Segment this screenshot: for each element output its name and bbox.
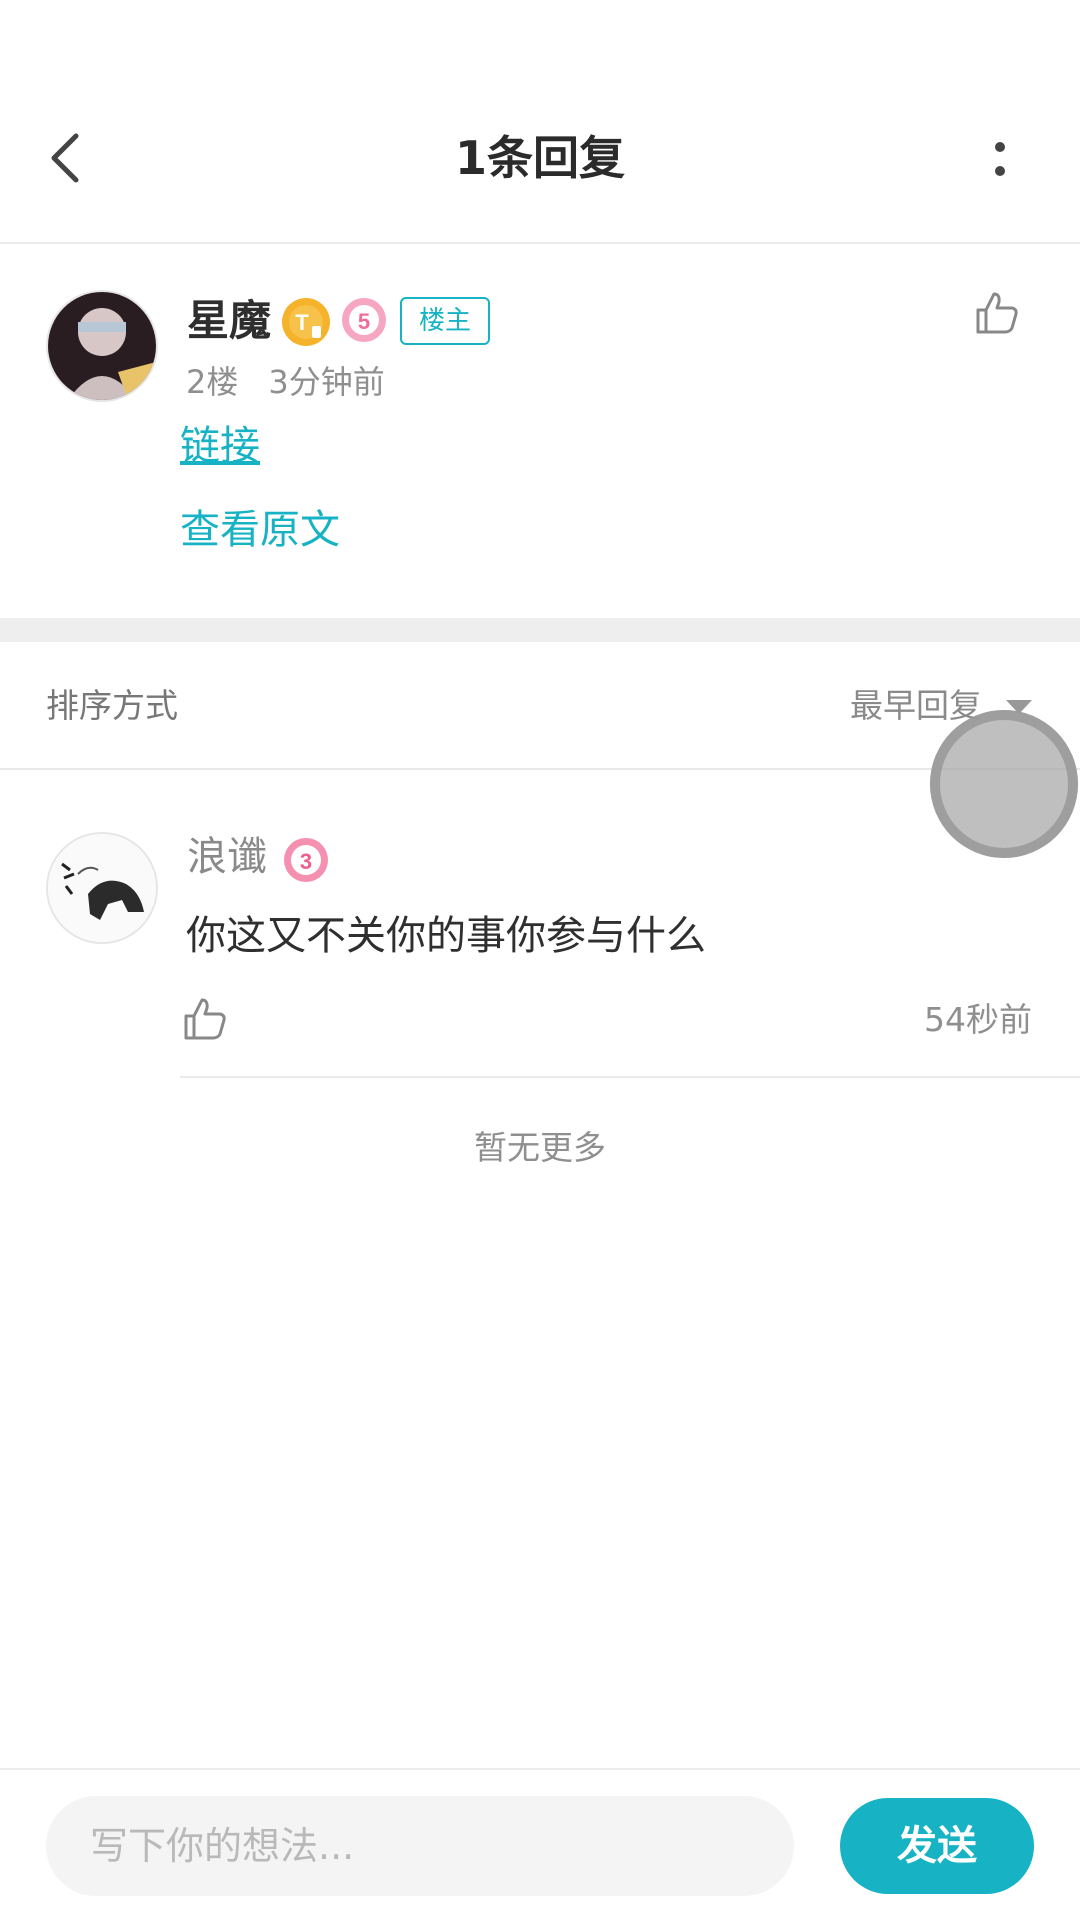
coin-badge-icon: T — [282, 298, 330, 346]
op-tag: 楼主 — [400, 297, 490, 345]
reply-author-name[interactable]: 浪谶 — [187, 830, 267, 884]
post-link[interactable]: 链接 — [180, 418, 260, 474]
avatar-image — [48, 834, 156, 942]
sort-label: 排序方式 — [46, 686, 178, 725]
avatar[interactable] — [46, 290, 158, 402]
avatar-image — [48, 292, 156, 400]
svg-text:3: 3 — [300, 849, 312, 874]
post-author-name[interactable]: 星魔 — [187, 294, 271, 348]
page-title: 1条回复 — [454, 131, 625, 185]
touch-indicator — [930, 710, 1078, 858]
top-bar — [0, 0, 1080, 244]
divider — [180, 1076, 1080, 1078]
svg-text:5: 5 — [358, 309, 370, 334]
no-more-text: 暂无更多 — [474, 1128, 606, 1167]
reply-content: 你这又不关你的事你参与什么 — [186, 913, 706, 959]
level-badge-icon: 5 — [342, 298, 386, 342]
post-time: 3分钟前 — [268, 363, 385, 401]
post-meta: 2楼 3分钟前 — [186, 360, 385, 404]
view-original-link[interactable]: 查看原文 — [180, 502, 340, 558]
floor-number: 2楼 — [186, 363, 239, 401]
svg-text:T: T — [295, 310, 309, 335]
more-options-button[interactable] — [980, 134, 1020, 184]
section-separator — [0, 618, 1080, 642]
divider — [0, 768, 1080, 770]
like-button[interactable] — [182, 996, 228, 1042]
avatar[interactable] — [46, 832, 158, 944]
thumbs-up-icon — [184, 998, 226, 1040]
send-button[interactable]: 发送 — [840, 1798, 1034, 1894]
comment-input[interactable] — [46, 1796, 794, 1896]
thumbs-up-icon — [976, 292, 1018, 334]
like-button[interactable] — [974, 290, 1020, 336]
reply-time: 54秒前 — [924, 1000, 1032, 1039]
level-badge-icon: 3 — [284, 838, 328, 882]
